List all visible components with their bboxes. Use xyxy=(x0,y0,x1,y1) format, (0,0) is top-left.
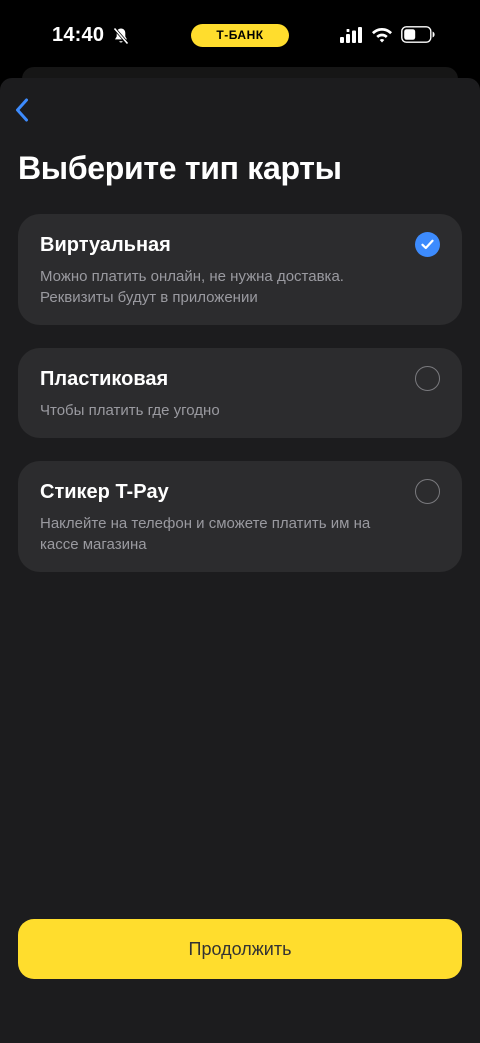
checkmark-icon xyxy=(421,239,434,250)
status-bar: 14:40 Т-БАНК xyxy=(0,0,480,70)
chevron-left-icon xyxy=(16,98,28,122)
page-title: Выберите тип карты xyxy=(18,150,342,186)
option-title: Пластиковая xyxy=(40,368,169,390)
radio-unselected[interactable] xyxy=(415,479,440,504)
option-description: Наклейте на телефон и сможете платить им… xyxy=(40,515,371,553)
wifi-icon xyxy=(372,28,392,43)
option-plastic-card[interactable]: Пластиковая Чтобы платить где угодно xyxy=(18,348,462,438)
option-virtual-card[interactable]: Виртуальная Можно платить онлайн, не нуж… xyxy=(18,214,462,325)
back-button[interactable] xyxy=(10,96,34,124)
continue-button[interactable]: Продолжить xyxy=(18,919,462,979)
card-type-sheet: Выберите тип карты Виртуальная Можно пла… xyxy=(0,78,480,1043)
status-time: 14:40 xyxy=(52,24,105,46)
option-description: Чтобы платить где угодно xyxy=(40,402,220,419)
option-title: Виртуальная xyxy=(40,234,171,256)
radio-unselected[interactable] xyxy=(415,366,440,391)
bell-slash-icon xyxy=(113,27,129,45)
signal-icon xyxy=(340,27,362,43)
option-sticker-tpay[interactable]: Стикер T-Pay Наклейте на телефон и сможе… xyxy=(18,461,462,572)
option-description: Можно платить онлайн, не нужна доставка.… xyxy=(40,268,344,306)
battery-icon xyxy=(401,26,435,43)
option-title: Стикер T-Pay xyxy=(40,481,169,503)
bank-badge: Т-БАНК xyxy=(191,24,289,47)
radio-selected[interactable] xyxy=(415,232,440,257)
